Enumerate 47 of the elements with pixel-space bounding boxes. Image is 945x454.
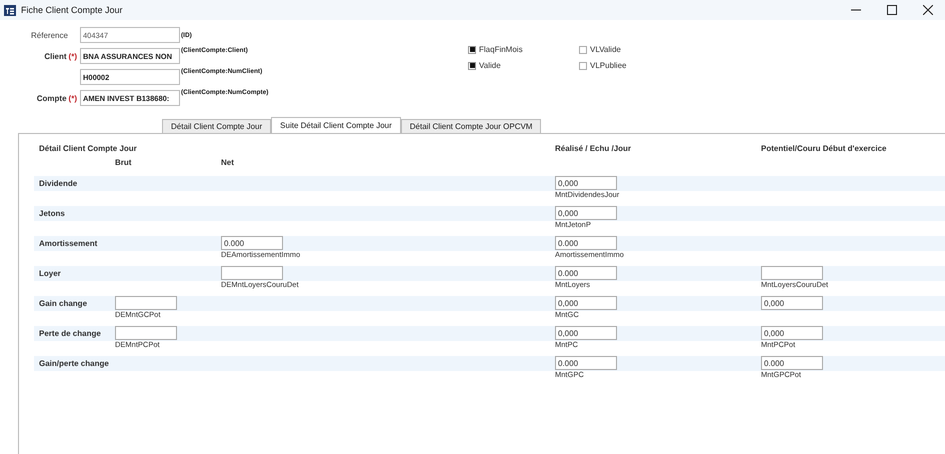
row-label: Gain/perte change (39, 358, 110, 369)
column-header: Réalisé / Echu /Jour (555, 144, 632, 153)
input-field[interactable]: 0.000 (555, 266, 617, 280)
input-field[interactable]: 0,000 (555, 176, 617, 190)
required-mark: (*) (68, 52, 77, 60)
required-mark: (*) (68, 94, 77, 102)
column-header: Brut (115, 158, 132, 167)
input-field[interactable]: 0,000 (555, 206, 617, 220)
checkbox[interactable] (468, 62, 476, 70)
tab[interactable]: Suite Détail Client Compte Jour (271, 117, 401, 133)
checkbox-label: FlaqFinMois (479, 45, 523, 54)
checkbox-label: VLValide (590, 45, 621, 54)
checkbox[interactable] (579, 62, 587, 70)
checkbox[interactable] (468, 46, 476, 54)
close-icon[interactable] (923, 5, 933, 15)
window-title: Fiche Client Compte Jour (21, 5, 123, 15)
input-field[interactable]: 0.000 (221, 236, 283, 250)
tab[interactable]: Détail Client Compte Jour (162, 119, 272, 133)
field-label: Compte (36, 94, 67, 102)
column-header: Potentiel/Couru Début d'exercice (761, 144, 888, 153)
row-label: Loyer (39, 268, 62, 279)
input-field[interactable]: 0,000 (761, 296, 823, 310)
input-field[interactable]: 0.000 (761, 356, 823, 370)
input-field[interactable] (761, 266, 823, 280)
app-logo-icon (4, 4, 16, 16)
input-field[interactable]: 0,000 (555, 296, 617, 310)
input-field[interactable] (115, 296, 177, 310)
maximize-icon[interactable] (887, 5, 897, 15)
tab[interactable]: Détail Client Compte Jour OPCVM (400, 119, 542, 133)
input-field[interactable] (221, 266, 283, 280)
column-header: Net (221, 158, 235, 167)
input-field[interactable]: 0.000 (555, 236, 617, 250)
input-field[interactable]: 0.000 (555, 356, 617, 370)
input-field[interactable] (115, 326, 177, 340)
input-field[interactable]: 0,000 (761, 326, 823, 340)
row-label: Amortissement (39, 238, 98, 249)
row-label: Jetons (39, 208, 66, 219)
row-label: Dividende (39, 178, 78, 189)
row-label: Gain change (39, 298, 88, 309)
section-title: Détail Client Compte Jour (39, 144, 138, 153)
input-field[interactable]: 0,000 (555, 326, 617, 340)
checkbox[interactable] (579, 46, 587, 54)
checkbox-label: VLPubliee (590, 61, 626, 70)
checkbox-label: Valide (479, 61, 501, 70)
row-label: Perte de change (39, 328, 102, 339)
field-label: Client (44, 52, 67, 60)
field-label: Réference (31, 30, 68, 40)
